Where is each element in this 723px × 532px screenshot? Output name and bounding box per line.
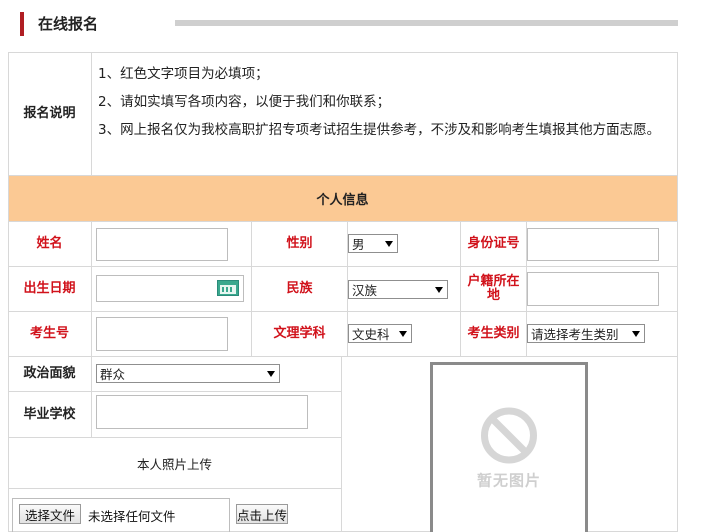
photo-upload-label: 本人照片上传 xyxy=(136,456,212,472)
registration-form: 报名说明 1、红色文字项目为必填项； 2、请如实填写各项内容，以便于我们和你联系… xyxy=(8,52,678,532)
household-cell xyxy=(527,267,678,312)
header-accent-bar xyxy=(20,12,24,36)
birth-date-label: 出生日期 xyxy=(8,267,92,312)
political-cell: 群众 xyxy=(92,357,342,392)
no-image-placeholder: 暂无图片 xyxy=(477,407,541,490)
photo-preview: 暂无图片 xyxy=(430,362,588,532)
chevron-down-icon xyxy=(385,240,393,247)
calendar-icon[interactable] xyxy=(217,280,239,296)
school-input[interactable] xyxy=(96,395,308,429)
ethnicity-label: 民族 xyxy=(252,267,348,312)
political-label: 政治面貌 xyxy=(8,357,92,392)
ethnicity-cell: 汉族 xyxy=(348,267,461,312)
choose-file-button[interactable]: 选择文件 xyxy=(19,504,81,524)
name-cell xyxy=(92,222,252,267)
no-file-text: 未选择任何文件 xyxy=(88,509,176,524)
chevron-down-icon xyxy=(435,286,443,293)
page-header: 在线报名 xyxy=(0,0,723,48)
header-divider xyxy=(175,20,678,26)
instruction-line: 3、网上报名仅为我校高职扩招专项考试招生提供参考，不涉及和影响考生填报其他方面志… xyxy=(98,122,661,138)
category-select[interactable]: 请选择考生类别 xyxy=(527,324,645,343)
gender-cell: 男 xyxy=(348,222,461,267)
page-title: 在线报名 xyxy=(38,15,99,33)
id-number-label: 身份证号 xyxy=(461,222,527,267)
school-label: 毕业学校 xyxy=(8,392,92,438)
section-title: 个人信息 xyxy=(316,193,369,208)
ethnicity-select[interactable]: 汉族 xyxy=(348,280,448,299)
gender-select-value: 男 xyxy=(352,237,365,252)
exam-number-label: 考生号 xyxy=(8,312,92,357)
political-select[interactable]: 群众 xyxy=(96,364,280,383)
subject-select[interactable]: 文史科 xyxy=(348,324,412,343)
upload-button[interactable]: 点击上传 xyxy=(236,504,288,524)
id-number-cell xyxy=(527,222,678,267)
instructions-label-text: 报名说明 xyxy=(23,105,76,121)
household-input[interactable] xyxy=(527,272,659,306)
school-cell xyxy=(92,392,342,438)
instructions-label: 报名说明 xyxy=(8,52,92,176)
birth-date-cell xyxy=(92,267,252,312)
name-label: 姓名 xyxy=(8,222,92,267)
instructions-content: 1、红色文字项目为必填项； 2、请如实填写各项内容，以便于我们和你联系； 3、网… xyxy=(92,52,678,176)
subject-select-value: 文史科 xyxy=(352,327,390,342)
name-input[interactable] xyxy=(96,228,228,261)
file-upload-cell: 选择文件 未选择任何文件 点击上传 xyxy=(8,489,342,532)
photo-upload-label-cell: 本人照片上传 xyxy=(8,438,342,489)
no-image-icon xyxy=(480,407,537,463)
chevron-down-icon xyxy=(267,370,275,377)
birth-date-input[interactable] xyxy=(96,275,244,302)
id-number-input[interactable] xyxy=(527,228,659,261)
exam-number-input[interactable] xyxy=(96,317,228,351)
instruction-line: 1、红色文字项目为必填项； xyxy=(98,66,269,82)
gender-label: 性别 xyxy=(252,222,348,267)
household-label: 户籍所在地 xyxy=(461,267,527,312)
subject-cell: 文史科 xyxy=(348,312,461,357)
instruction-line: 2、请如实填写各项内容，以便于我们和你联系； xyxy=(98,94,391,110)
chevron-down-icon xyxy=(399,330,407,337)
political-select-value: 群众 xyxy=(100,367,126,382)
section-header: 个人信息 xyxy=(8,176,678,222)
photo-area: 暂无图片 xyxy=(342,357,678,532)
gender-select[interactable]: 男 xyxy=(348,234,398,253)
category-cell: 请选择考生类别 xyxy=(527,312,678,357)
category-select-value: 请选择考生类别 xyxy=(531,327,619,342)
ethnicity-select-value: 汉族 xyxy=(352,283,378,298)
subject-label: 文理学科 xyxy=(252,312,348,357)
category-label: 考生类别 xyxy=(461,312,527,357)
exam-number-cell xyxy=(92,312,252,357)
no-image-text: 暂无图片 xyxy=(476,471,542,489)
chevron-down-icon xyxy=(632,330,640,337)
